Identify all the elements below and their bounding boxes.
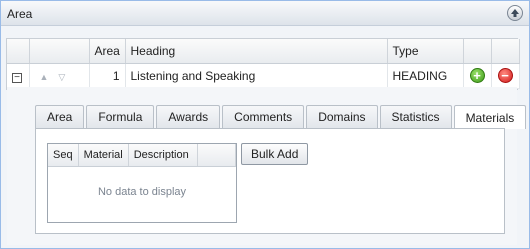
materials-header-row: Seq Material Description bbox=[48, 144, 236, 167]
expander-cell: − bbox=[7, 63, 30, 88]
col-filler-header bbox=[197, 144, 236, 167]
move-up-icon[interactable]: ▲ bbox=[40, 72, 49, 82]
col-type-header[interactable]: Type bbox=[387, 39, 464, 64]
tab-comments[interactable]: Comments bbox=[222, 105, 305, 128]
delete-cell: − bbox=[491, 63, 520, 88]
heading-cell: Listening and Speaking bbox=[125, 63, 388, 88]
move-cell: ▲ ▽ bbox=[29, 63, 90, 88]
tab-awards[interactable]: Awards bbox=[156, 105, 221, 128]
add-icon[interactable]: + bbox=[469, 68, 485, 83]
col-expander-header bbox=[7, 39, 30, 64]
area-grid: Area Heading Type − ▲ ▽ 1 Listening and S… bbox=[6, 38, 520, 90]
col-add-header bbox=[463, 39, 492, 64]
type-cell: HEADING bbox=[387, 63, 464, 88]
bulk-add-button[interactable]: Bulk Add bbox=[241, 143, 309, 165]
tab-statistics[interactable]: Statistics bbox=[379, 105, 452, 128]
table-row[interactable]: − ▲ ▽ 1 Listening and Speaking HEADING + … bbox=[7, 63, 520, 88]
panel-header: Area bbox=[1, 1, 529, 26]
tab-formula[interactable]: Formula bbox=[86, 105, 155, 128]
empty-message: No data to display bbox=[97, 186, 187, 198]
col-description-header[interactable]: Description bbox=[128, 144, 199, 167]
area-panel: Area Area Heading Type − ▲ ▽ 1 Listening… bbox=[0, 0, 530, 249]
collapse-up-icon[interactable] bbox=[507, 5, 523, 21]
col-delete-header bbox=[491, 39, 520, 64]
tab-materials[interactable]: Materials bbox=[453, 105, 527, 129]
tab-area[interactable]: Area bbox=[35, 105, 85, 128]
col-material-header[interactable]: Material bbox=[78, 144, 129, 167]
tab-strip: Area Formula Awards Comments Domains Sta… bbox=[35, 105, 528, 129]
col-heading-header[interactable]: Heading bbox=[125, 39, 388, 64]
move-down-icon[interactable]: ▽ bbox=[58, 72, 65, 83]
materials-tab-body: Seq Material Description No data to disp… bbox=[35, 128, 505, 234]
add-cell: + bbox=[463, 63, 492, 88]
area-cell: 1 bbox=[89, 63, 126, 88]
tab-domains[interactable]: Domains bbox=[306, 105, 378, 128]
delete-icon[interactable]: − bbox=[497, 68, 513, 83]
panel-title: Area bbox=[7, 7, 33, 21]
col-seq-header[interactable]: Seq bbox=[48, 144, 79, 167]
collapse-row-icon[interactable]: − bbox=[12, 72, 22, 83]
row-detail-panel: Area Formula Awards Comments Domains Sta… bbox=[7, 87, 527, 245]
materials-grid: Seq Material Description No data to disp… bbox=[47, 143, 237, 223]
col-area-header[interactable]: Area bbox=[89, 39, 126, 64]
grid-header-row: Area Heading Type bbox=[7, 39, 520, 64]
col-move-header bbox=[29, 39, 90, 64]
